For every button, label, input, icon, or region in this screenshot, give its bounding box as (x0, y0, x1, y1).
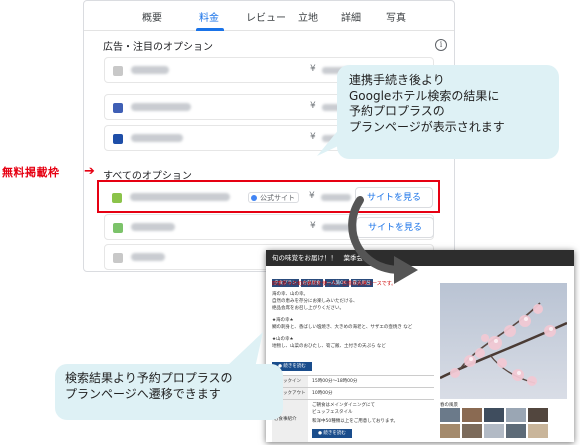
read-more-button[interactable]: ● 続きを読む (312, 429, 352, 438)
callout-text-bottom: 検索結果より予約プロプラスの プランページへ遷移できます (65, 370, 233, 402)
provider-name (131, 253, 165, 261)
thumbnail[interactable] (462, 424, 482, 438)
provider-logo-icon (113, 66, 123, 76)
tab-overview[interactable]: 概要 (142, 9, 162, 24)
info-icon[interactable]: i (435, 39, 447, 51)
checkout-row: チェックアウト 10時00分 (272, 387, 434, 399)
meal-value-3: 和洋中50種類以上をご用意しております。 (312, 419, 399, 424)
provider-name (131, 134, 183, 142)
tab-reviews[interactable]: レビュー (246, 9, 286, 24)
tab-prices[interactable]: 料金 (199, 9, 219, 24)
callout-line: 検索結果より予約プロプラスの (65, 371, 233, 385)
provider-name (131, 103, 191, 111)
right-arrow-icon: ➔ (84, 164, 95, 179)
callout-line: 予約プロプラスの (349, 104, 445, 118)
currency-symbol: ¥ (310, 101, 316, 111)
provider-logo-icon (113, 253, 123, 263)
meal-row: お食事紹介 ご朝食はメインダイニングにて ビュッフェスタイル 和洋中50種類以上… (272, 399, 434, 442)
thumbnail[interactable] (484, 424, 504, 438)
cherry-blossom-photo (440, 283, 567, 399)
currency-symbol: ¥ (310, 64, 316, 74)
provider-logo-icon (113, 223, 123, 233)
screenshot-stage: 概要 料金 レビュー 立地 詳細 写真 広告・注目のオプション i ¥ ¥ ¥ (0, 0, 580, 445)
free-listing-label: 無料掲載枠 (2, 166, 60, 179)
plan-description: 海の幸、山の幸。 自然の恵みを存分にお楽しみいただける、 絶品会席をお召し上がり… (272, 291, 432, 350)
callout-line: Googleホテル検索の結果に (349, 88, 500, 103)
thumbnail[interactable] (506, 424, 526, 438)
description-line: ★海の幸★ (272, 318, 294, 323)
description-line: 鯛の刺身と、香ばしい塩焼き、大きめの海老と、サザエの壺焼き など (272, 325, 413, 330)
callout-bubble-bottom: 検索結果より予約プロプラスの プランページへ遷移できます (55, 364, 283, 420)
checkin-row: チェックイン 15時00分～18時00分 (272, 375, 434, 387)
tab-photos[interactable]: 写真 (386, 9, 406, 24)
thumbnail[interactable] (440, 424, 460, 438)
description-line: 自然の恵みを存分にお楽しみいただける、 (272, 299, 358, 304)
thumbnail[interactable] (506, 408, 526, 422)
meal-value-1: ご朝食はメインダイニングにて (312, 403, 375, 408)
callout-line: 連携手続き後より (349, 73, 445, 87)
description-line: ★山の幸★ (272, 337, 294, 342)
thumbnail[interactable] (528, 424, 548, 438)
curved-arrow-icon (348, 196, 418, 284)
description-line: 海の幸、山の幸。 (272, 292, 308, 297)
checkout-value: 10時00分 (312, 391, 333, 396)
callout-line: プランページへ遷移できます (65, 387, 221, 401)
thumbnail[interactable] (484, 408, 504, 422)
provider-logo-icon (113, 134, 123, 144)
description-line: 地物し、山菜のおひたし、筍ご飯、土付きの天ぷら など (272, 344, 386, 349)
thumbnail[interactable] (462, 408, 482, 422)
thumbnail[interactable] (440, 408, 460, 422)
description-line: 絶品会席をお召し上がりください。 (272, 306, 344, 311)
tab-location[interactable]: 立地 (298, 9, 318, 24)
ads-section-title: 広告・注目のオプション (103, 42, 213, 53)
checkin-value: 15時00分～18時00分 (312, 379, 358, 384)
provider-name (131, 66, 169, 74)
provider-logo-icon (113, 103, 123, 113)
currency-symbol: ¥ (310, 221, 316, 231)
tab-details[interactable]: 詳細 (341, 9, 361, 24)
callout-line: プランページが表示されます (349, 119, 505, 134)
thumbnail[interactable] (528, 408, 548, 422)
provider-name (131, 223, 175, 231)
callout-text: 連携手続き後より Googleホテル検索の結果に 予約プロプラスの プランページ… (349, 73, 505, 135)
meal-value-2: ビュッフェスタイル (312, 410, 353, 415)
tab-bar: 概要 料金 レビュー 立地 詳細 写真 (84, 1, 454, 31)
active-tab-indicator (196, 28, 224, 31)
callout-bubble: 連携手続き後より Googleホテル検索の結果に 予約プロプラスの プランページ… (337, 65, 559, 159)
